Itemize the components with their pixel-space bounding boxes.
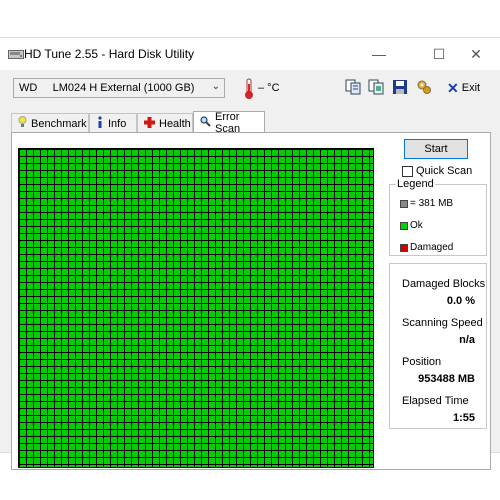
exit-x-icon: ✕ <box>447 79 459 96</box>
close-button[interactable]: ✕ <box>456 41 496 67</box>
position-label: Position <box>402 356 442 368</box>
tab-info[interactable]: Info <box>89 113 137 133</box>
tab-benchmark-label: Benchmark <box>31 117 87 130</box>
save-icon[interactable] <box>392 79 408 95</box>
scanning-speed-label: Scanning Speed <box>402 317 483 329</box>
exit-button[interactable]: ✕ Exit <box>447 78 480 98</box>
window-title: HD Tune 2.55 - Hard Disk Utility <box>24 47 195 61</box>
legend-swatch-damaged <box>400 243 408 252</box>
quick-scan-option[interactable]: Quick Scan <box>402 165 472 177</box>
legend-group: Legend = 381 MB Ok Damaged <box>389 178 487 256</box>
legend-item: = 381 MB <box>400 198 453 209</box>
quick-scan-checkbox[interactable] <box>402 165 413 177</box>
legend-title: Legend <box>396 178 435 190</box>
info-icon <box>96 116 104 131</box>
options-icon[interactable] <box>416 79 432 95</box>
position-value: 953488 MB <box>418 373 475 385</box>
copy-screenshot-icon[interactable] <box>368 79 384 95</box>
minimize-button[interactable]: — <box>359 41 399 67</box>
maximize-button[interactable]: ☐ <box>419 41 459 67</box>
lightbulb-icon <box>18 116 27 131</box>
chevron-down-icon: ⌄ <box>211 81 220 92</box>
legend-label: Ok <box>410 220 423 231</box>
legend-label: = 381 MB <box>410 198 454 209</box>
magnifier-icon <box>200 115 211 130</box>
error-scan-block-map <box>18 148 374 468</box>
tab-health[interactable]: Health <box>137 113 193 133</box>
tab-health-label: Health <box>159 117 191 130</box>
thermometer-icon <box>243 78 255 100</box>
hard-disk-app-icon <box>8 48 24 60</box>
legend-item: Damaged <box>400 242 453 253</box>
tab-error-scan[interactable]: Error Scan <box>193 110 265 135</box>
quick-scan-label: Quick Scan <box>416 165 473 177</box>
temperature-value: – °C <box>258 82 280 94</box>
start-button[interactable]: Start <box>404 139 468 159</box>
scan-stats-panel: Damaged Blocks 0.0 % Scanning Speed n/a … <box>389 263 487 429</box>
copy-info-icon[interactable] <box>345 79 361 95</box>
health-cross-icon <box>144 116 155 131</box>
tab-benchmark[interactable]: Benchmark <box>11 113 89 133</box>
legend-item: Ok <box>400 220 423 231</box>
damaged-blocks-value: 0.0 % <box>446 295 475 307</box>
legend-label: Damaged <box>410 242 454 253</box>
app-window: HD Tune 2.55 - Hard Disk Utility — ☐ ✕ W… <box>0 37 500 470</box>
tab-error-scan-label: Error Scan <box>215 110 241 135</box>
drive-select-value: WD LM024 H External (1000 GB) <box>19 82 195 94</box>
legend-swatch-ok <box>400 221 408 230</box>
title-bar: HD Tune 2.55 - Hard Disk Utility — ☐ ✕ <box>0 38 500 70</box>
scanning-speed-value: n/a <box>459 334 475 346</box>
elapsed-time-label: Elapsed Time <box>402 395 469 407</box>
toolbar: WD LM024 H External (1000 GB) ⌄ – °C ✕ E… <box>0 70 500 110</box>
elapsed-time-value: 1:55 <box>452 412 475 424</box>
tab-info-label: Info <box>108 117 127 130</box>
drive-select[interactable]: WD LM024 H External (1000 GB) ⌄ <box>13 78 225 98</box>
legend-swatch-block-size <box>400 199 408 208</box>
exit-label: Exit <box>461 82 481 94</box>
damaged-blocks-label: Damaged Blocks <box>402 278 486 290</box>
